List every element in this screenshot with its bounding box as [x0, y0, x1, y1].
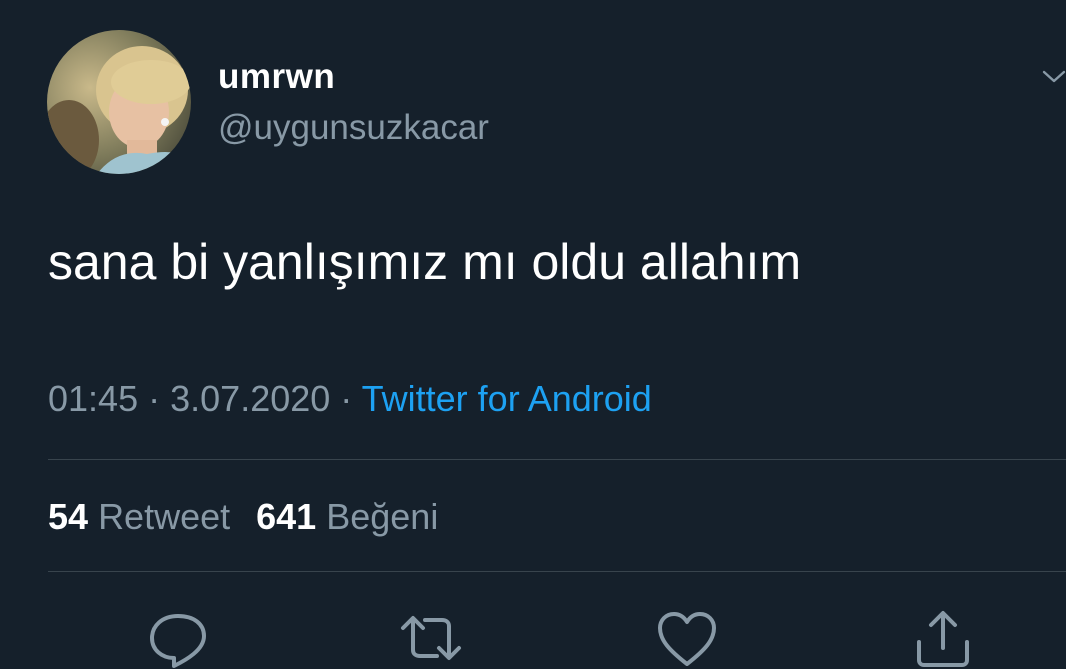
retweets-label: Retweet — [98, 496, 231, 537]
tweet-meta: 01:45 · 3.07.2020 · Twitter for Android — [48, 376, 652, 422]
divider — [48, 459, 1066, 460]
tweet-time: 01:45 — [48, 378, 139, 419]
like-button[interactable] — [655, 608, 719, 668]
reply-button[interactable] — [146, 608, 210, 668]
tweet-source-link[interactable]: Twitter for Android — [362, 378, 652, 419]
retweets-count: 54 — [48, 496, 89, 537]
tweet-date: 3.07.2020 — [170, 378, 331, 419]
tweet-detail: umrwn @uygunsuzkacar sana bi yanlışımız … — [0, 0, 1066, 669]
heart-icon — [658, 612, 716, 666]
tweet-text: sana bi yanlışımız mı oldu allahım — [48, 234, 802, 290]
retweet-button[interactable] — [399, 608, 463, 668]
avatar[interactable] — [47, 30, 191, 174]
meta-separator: · — [148, 378, 161, 419]
likes-stat[interactable]: 641 Beğeni — [256, 496, 438, 537]
retweet-icon — [401, 616, 461, 660]
tweet-stats: 54 Retweet 641 Beğeni — [48, 494, 438, 540]
user-handle[interactable]: @uygunsuzkacar — [218, 107, 489, 149]
divider — [48, 571, 1066, 572]
meta-separator: · — [340, 378, 353, 419]
likes-count: 641 — [256, 496, 317, 537]
display-name[interactable]: umrwn — [218, 56, 335, 98]
share-icon — [917, 611, 969, 667]
retweets-stat[interactable]: 54 Retweet — [48, 496, 230, 537]
reply-icon — [150, 614, 206, 668]
likes-label: Beğeni — [326, 496, 439, 537]
chevron-down-icon[interactable] — [1040, 64, 1066, 90]
share-button[interactable] — [911, 608, 975, 668]
